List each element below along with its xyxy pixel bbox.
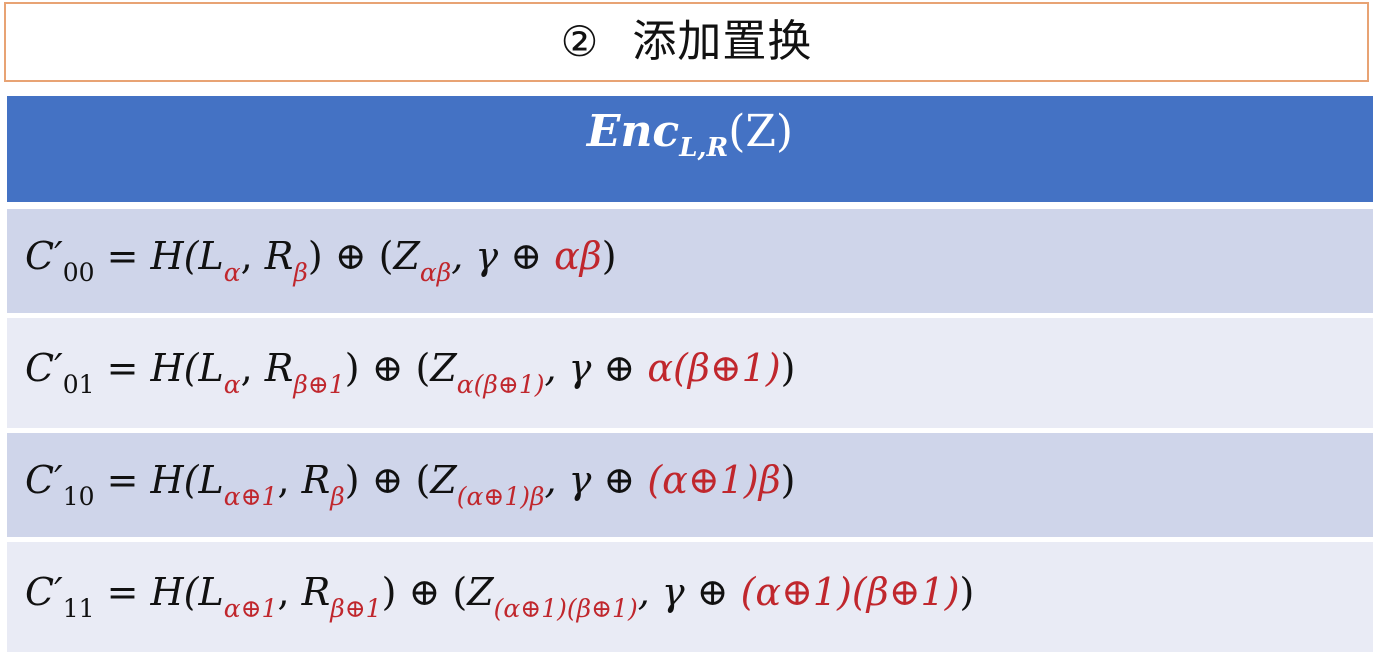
page-title: 添加置换 — [632, 16, 813, 67]
l-subscript: α — [223, 370, 241, 399]
formula-c10: C′10 = H(Lα⊕1, Rβ) ⊕ (Z(α⊕1)β, γ ⊕ (α⊕1)… — [25, 461, 795, 509]
comma: , — [277, 458, 302, 502]
table-row: C′10 = H(Lα⊕1, Rβ) ⊕ (Z(α⊕1)β, γ ⊕ (α⊕1)… — [7, 433, 1373, 537]
header-formula: EncL,R(Z) — [587, 106, 793, 164]
table-row: C′00 = H(Lα, Rβ) ⊕ (Zαβ, γ ⊕ αβ) — [7, 209, 1373, 313]
xor-operator: ) ⊕ ( — [381, 570, 468, 614]
l-subscript: α⊕1 — [223, 482, 278, 511]
l-subscript: α⊕1 — [223, 594, 278, 623]
c-symbol: C′ — [25, 570, 63, 614]
header-enc: Enc — [586, 106, 680, 157]
z-subscript: (α⊕1)β — [456, 482, 545, 511]
c-subscript: 10 — [62, 482, 95, 511]
r-subscript: β⊕1 — [293, 370, 345, 399]
header-enc-argument: (Z) — [728, 106, 794, 157]
r-symbol: R — [301, 458, 331, 502]
l-subscript: α — [223, 258, 241, 287]
c-symbol: C′ — [25, 234, 63, 278]
permutation-term: (α⊕1)(β⊕1) — [740, 570, 960, 614]
l-symbol: L — [198, 458, 224, 502]
z-subscript: (α⊕1)(β⊕1) — [493, 594, 638, 623]
hash-open: H( — [150, 570, 199, 614]
formula-c00: C′00 = H(Lα, Rβ) ⊕ (Zαβ, γ ⊕ αβ) — [25, 237, 617, 285]
gamma-xor: , γ ⊕ — [544, 346, 648, 390]
xor-operator: ) ⊕ ( — [344, 346, 431, 390]
c-subscript: 01 — [62, 370, 95, 399]
r-symbol: R — [264, 234, 294, 278]
formula-c11: C′11 = H(Lα⊕1, Rβ⊕1) ⊕ (Z(α⊕1)(β⊕1), γ ⊕… — [25, 573, 974, 621]
l-symbol: L — [198, 346, 224, 390]
c-symbol: C′ — [25, 346, 63, 390]
l-symbol: L — [198, 570, 224, 614]
gamma-xor: , γ ⊕ — [637, 570, 741, 614]
close-paren: ) — [959, 570, 975, 614]
l-symbol: L — [198, 234, 224, 278]
c-subscript: 00 — [62, 258, 95, 287]
z-symbol: Z — [430, 458, 457, 502]
hash-open: H( — [150, 458, 199, 502]
comma: , — [240, 346, 265, 390]
header-enc-subscript: L,R — [679, 133, 729, 163]
z-symbol: Z — [393, 234, 420, 278]
z-symbol: Z — [467, 570, 494, 614]
step-number: ② — [560, 17, 599, 66]
hash-open: H( — [150, 346, 199, 390]
table-row: C′11 = H(Lα⊕1, Rβ⊕1) ⊕ (Z(α⊕1)(β⊕1), γ ⊕… — [7, 542, 1373, 652]
equals-sign: = — [94, 570, 151, 614]
c-subscript: 11 — [62, 594, 95, 623]
z-symbol: Z — [430, 346, 457, 390]
equals-sign: = — [94, 234, 151, 278]
equals-sign: = — [94, 458, 151, 502]
z-subscript: αβ — [419, 258, 452, 287]
xor-operator: ) ⊕ ( — [344, 458, 431, 502]
hash-open: H( — [150, 234, 199, 278]
title-box: ② 添加置换 — [4, 2, 1369, 82]
xor-operator: ) ⊕ ( — [307, 234, 394, 278]
permutation-term: (α⊕1)β — [647, 458, 781, 502]
permutation-term: αβ — [554, 234, 602, 278]
r-symbol: R — [264, 346, 294, 390]
z-subscript: α(β⊕1) — [456, 370, 545, 399]
close-paren: ) — [780, 458, 796, 502]
c-symbol: C′ — [25, 458, 63, 502]
formula-table: EncL,R(Z) C′00 = H(Lα, Rβ) ⊕ (Zαβ, γ ⊕ α… — [7, 96, 1373, 652]
gamma-xor: , γ ⊕ — [451, 234, 555, 278]
slide: ② 添加置换 EncL,R(Z) C′00 = H(Lα, Rβ) ⊕ (Zαβ… — [0, 0, 1373, 654]
gamma-xor: , γ ⊕ — [544, 458, 648, 502]
table-row: C′01 = H(Lα, Rβ⊕1) ⊕ (Zα(β⊕1), γ ⊕ α(β⊕1… — [7, 318, 1373, 428]
table-header: EncL,R(Z) — [7, 96, 1373, 202]
r-subscript: β — [293, 258, 308, 287]
formula-c01: C′01 = H(Lα, Rβ⊕1) ⊕ (Zα(β⊕1), γ ⊕ α(β⊕1… — [25, 349, 795, 397]
r-symbol: R — [301, 570, 331, 614]
equals-sign: = — [94, 346, 151, 390]
comma: , — [240, 234, 265, 278]
r-subscript: β — [330, 482, 345, 511]
close-paren: ) — [780, 346, 796, 390]
permutation-term: α(β⊕1) — [647, 346, 781, 390]
r-subscript: β⊕1 — [330, 594, 382, 623]
close-paren: ) — [601, 234, 617, 278]
comma: , — [277, 570, 302, 614]
